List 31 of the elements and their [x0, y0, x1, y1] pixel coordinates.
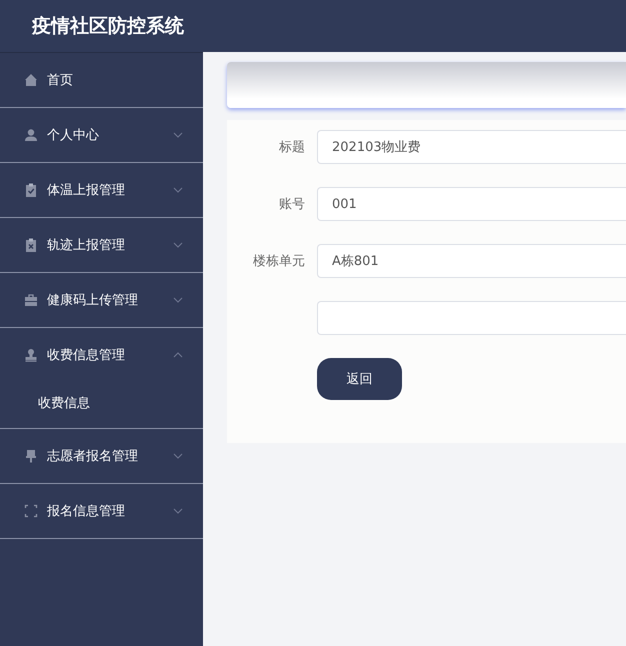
- app-title: 疫情社区防控系统: [32, 14, 184, 39]
- field-label: 账号: [279, 197, 305, 212]
- menu-item[interactable]: 志愿者报名管理: [0, 429, 203, 483]
- chevron-down-icon: [173, 297, 183, 303]
- home-icon: [24, 73, 38, 87]
- back-button[interactable]: 返回: [317, 358, 402, 400]
- chevron-down-icon: [173, 508, 183, 514]
- chevron-down-icon: [173, 187, 183, 193]
- user-icon: [24, 128, 38, 142]
- pin-icon: [24, 449, 38, 463]
- input-field[interactable]: 001: [317, 187, 626, 221]
- clipboard-x-icon: [24, 238, 38, 252]
- frame-icon: [24, 504, 38, 518]
- field-label: 楼栋单元: [253, 254, 305, 269]
- field-label: 标题: [279, 140, 305, 155]
- menu-item[interactable]: 体温上报管理: [0, 163, 203, 217]
- input-field[interactable]: A栋801: [317, 244, 626, 278]
- menu-item[interactable]: 个人中心: [0, 108, 203, 162]
- chevron-up-icon: [173, 352, 183, 358]
- chevron-down-icon: [173, 453, 183, 459]
- input-field[interactable]: [317, 301, 626, 335]
- menu-item[interactable]: 首页: [0, 53, 203, 107]
- chevron-down-icon: [173, 242, 183, 248]
- menu-item[interactable]: 健康码上传管理: [0, 273, 203, 327]
- briefcase-icon: [24, 293, 38, 307]
- menu-item[interactable]: 报名信息管理: [0, 484, 203, 538]
- clipboard-check-icon: [24, 183, 38, 197]
- input-field[interactable]: 202103物业费: [317, 130, 626, 164]
- chevron-down-icon: [173, 132, 183, 138]
- stamp-icon: [24, 348, 38, 362]
- menu-item[interactable]: 轨迹上报管理: [0, 218, 203, 272]
